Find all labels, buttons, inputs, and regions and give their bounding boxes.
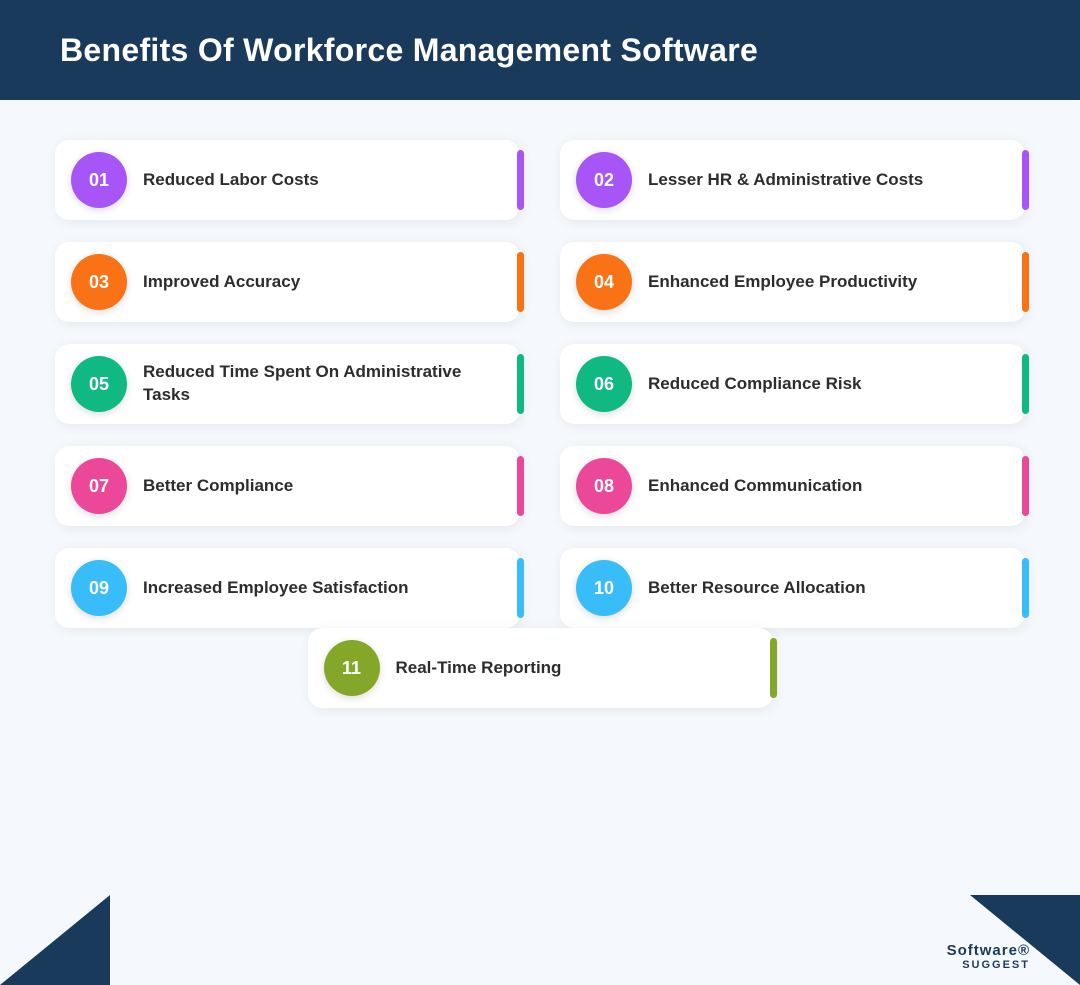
accent-bar-07 bbox=[517, 456, 524, 516]
benefit-text-05: Reduced Time Spent On Administrative Tas… bbox=[143, 361, 520, 407]
benefit-text-10: Better Resource Allocation bbox=[648, 577, 1025, 600]
benefit-badge-03: 03 bbox=[71, 254, 127, 310]
benefit-text-11: Real-Time Reporting bbox=[396, 657, 773, 680]
bottom-right-decoration bbox=[970, 895, 1080, 985]
benefit-card-03: 03 Improved Accuracy bbox=[55, 242, 520, 322]
main-content: 01 Reduced Labor Costs 02 Lesser HR & Ad… bbox=[0, 100, 1080, 738]
bottom-left-decoration bbox=[0, 895, 110, 985]
benefit-badge-07: 07 bbox=[71, 458, 127, 514]
benefit-badge-02: 02 bbox=[576, 152, 632, 208]
benefit-card-04: 04 Enhanced Employee Productivity bbox=[560, 242, 1025, 322]
brand-logo: Software® SUGGEST bbox=[947, 942, 1030, 971]
benefit-text-03: Improved Accuracy bbox=[143, 271, 520, 294]
benefit-text-06: Reduced Compliance Risk bbox=[648, 373, 1025, 396]
benefit-card-11: 11 Real-Time Reporting bbox=[308, 628, 773, 708]
benefits-grid: 01 Reduced Labor Costs 02 Lesser HR & Ad… bbox=[55, 140, 1025, 628]
benefit-text-09: Increased Employee Satisfaction bbox=[143, 577, 520, 600]
page-title: Benefits Of Workforce Management Softwar… bbox=[60, 32, 758, 69]
benefit-badge-04: 04 bbox=[576, 254, 632, 310]
brand-name-line1: Software® bbox=[947, 942, 1030, 959]
accent-bar-04 bbox=[1022, 252, 1029, 312]
accent-bar-11 bbox=[770, 638, 777, 698]
benefit-card-06: 06 Reduced Compliance Risk bbox=[560, 344, 1025, 424]
benefit-badge-11: 11 bbox=[324, 640, 380, 696]
benefit-card-07: 07 Better Compliance bbox=[55, 446, 520, 526]
benefit-text-08: Enhanced Communication bbox=[648, 475, 1025, 498]
benefit-card-08: 08 Enhanced Communication bbox=[560, 446, 1025, 526]
accent-bar-08 bbox=[1022, 456, 1029, 516]
brand-name-line2: SUGGEST bbox=[962, 959, 1030, 971]
center-row: 11 Real-Time Reporting bbox=[55, 628, 1025, 708]
benefit-text-04: Enhanced Employee Productivity bbox=[648, 271, 1025, 294]
accent-bar-05 bbox=[517, 354, 524, 414]
benefit-badge-09: 09 bbox=[71, 560, 127, 616]
benefit-badge-01: 01 bbox=[71, 152, 127, 208]
benefit-badge-10: 10 bbox=[576, 560, 632, 616]
benefit-card-05: 05 Reduced Time Spent On Administrative … bbox=[55, 344, 520, 424]
benefit-card-09: 09 Increased Employee Satisfaction bbox=[55, 548, 520, 628]
accent-bar-03 bbox=[517, 252, 524, 312]
accent-bar-09 bbox=[517, 558, 524, 618]
accent-bar-02 bbox=[1022, 150, 1029, 210]
benefit-text-07: Better Compliance bbox=[143, 475, 520, 498]
accent-bar-10 bbox=[1022, 558, 1029, 618]
benefit-text-02: Lesser HR & Administrative Costs bbox=[648, 169, 1025, 192]
benefit-card-02: 02 Lesser HR & Administrative Costs bbox=[560, 140, 1025, 220]
benefit-badge-05: 05 bbox=[71, 356, 127, 412]
page-header: Benefits Of Workforce Management Softwar… bbox=[0, 0, 1080, 100]
benefit-text-01: Reduced Labor Costs bbox=[143, 169, 520, 192]
accent-bar-01 bbox=[517, 150, 524, 210]
benefit-card-10: 10 Better Resource Allocation bbox=[560, 548, 1025, 628]
benefit-card-01: 01 Reduced Labor Costs bbox=[55, 140, 520, 220]
accent-bar-06 bbox=[1022, 354, 1029, 414]
benefit-badge-06: 06 bbox=[576, 356, 632, 412]
benefit-badge-08: 08 bbox=[576, 458, 632, 514]
